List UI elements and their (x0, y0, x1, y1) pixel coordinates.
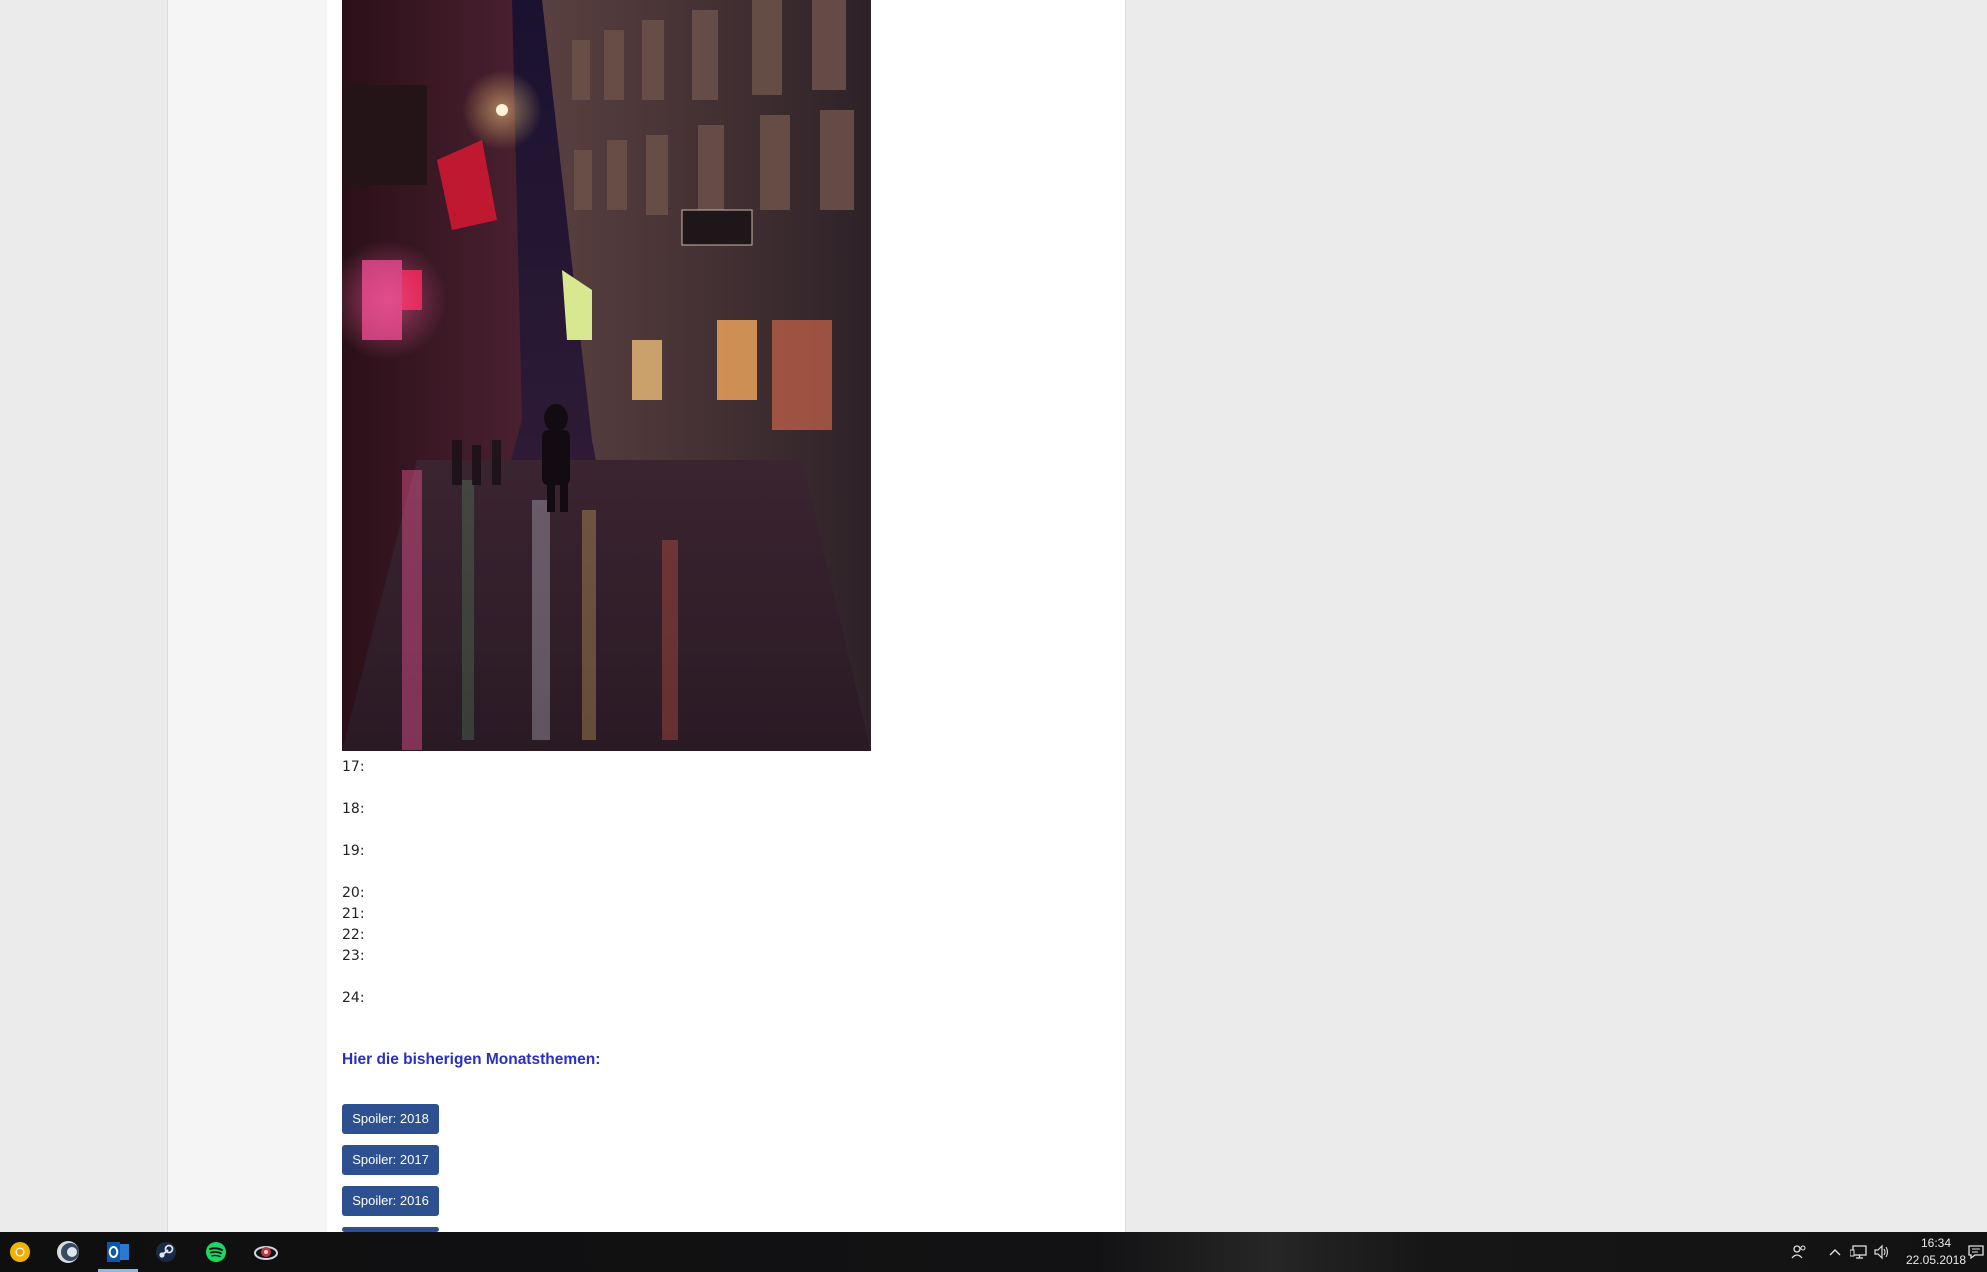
number-line-21: 21: (342, 906, 365, 922)
number-line-20: 20: (342, 885, 365, 901)
spotify-icon[interactable] (196, 1237, 236, 1267)
amsterdam-street-photo (342, 0, 871, 751)
page-gutter (0, 0, 167, 1232)
browser-viewport: 17: 18: 19: 20: 21: 22: 23: 24: Hier die… (0, 0, 1987, 1272)
chrome-icon[interactable] (0, 1237, 40, 1267)
system-clock[interactable]: 16:34 22.05.2018 (1896, 1235, 1976, 1269)
spoiler-2017-button[interactable]: Spoiler: 2017 (342, 1145, 439, 1175)
number-line-24: 24: (342, 990, 365, 1006)
volume-icon[interactable] (1871, 1240, 1893, 1264)
spoiler-2018-button[interactable]: Spoiler: 2018 (342, 1104, 439, 1134)
post-content: 17: 18: 19: 20: 21: 22: 23: 24: Hier die… (327, 0, 1126, 1232)
number-line-22: 22: (342, 927, 365, 943)
steam-chat-icon[interactable] (48, 1237, 88, 1267)
clock-time: 16:34 (1920, 1236, 1952, 1250)
battlenet-icon[interactable] (246, 1237, 286, 1267)
people-icon[interactable] (1788, 1240, 1810, 1264)
clock-date: 22.05.2018 (1905, 1253, 1967, 1267)
forum-sidebar (167, 0, 328, 1232)
notification-icon[interactable] (1965, 1240, 1987, 1264)
network-icon[interactable] (1848, 1240, 1870, 1264)
monthly-topics-heading: Hier die bisherigen Monatsthemen: (342, 1051, 601, 1068)
outlook-icon[interactable] (98, 1237, 138, 1267)
windows-taskbar: 16:34 22.05.2018 (0, 1232, 1987, 1272)
number-line-18: 18: (342, 801, 365, 817)
number-line-23: 23: (342, 948, 365, 964)
chevron-up-icon[interactable] (1824, 1240, 1846, 1264)
spoiler-2016-button[interactable]: Spoiler: 2016 (342, 1186, 439, 1216)
number-line-19: 19: (342, 843, 365, 859)
number-line-17: 17: (342, 759, 365, 775)
steam-icon[interactable] (146, 1237, 186, 1267)
